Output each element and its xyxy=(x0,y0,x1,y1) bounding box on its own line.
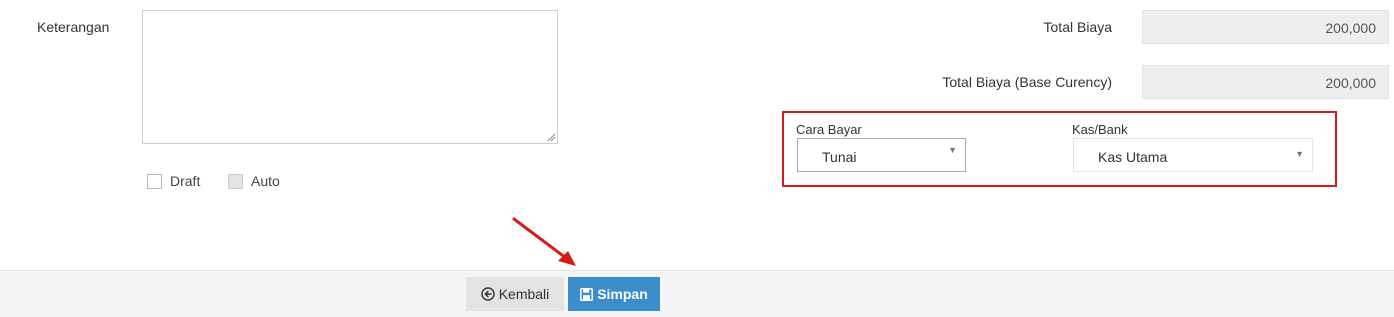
floppy-disk-icon xyxy=(580,287,594,301)
arrow-circle-left-icon xyxy=(481,287,495,301)
total-biaya-field: 200,000 xyxy=(1142,10,1389,44)
total-biaya-base-field: 200,000 xyxy=(1142,65,1389,99)
save-button-label: Simpan xyxy=(597,286,648,302)
form-page: Keterangan Draft Auto Total Biaya 200,00… xyxy=(0,0,1394,317)
auto-checkbox xyxy=(228,173,243,189)
save-button[interactable]: Simpan xyxy=(568,277,660,311)
cara-bayar-select[interactable]: Tunai ▼ xyxy=(797,138,966,172)
caret-down-icon: ▼ xyxy=(948,145,957,155)
kas-bank-select[interactable]: Kas Utama ▼ xyxy=(1073,138,1313,172)
auto-option: Auto xyxy=(228,173,280,189)
form-footer: Kembali Simpan xyxy=(0,270,1394,317)
back-button-label: Kembali xyxy=(498,286,550,302)
auto-label: Auto xyxy=(251,173,280,189)
keterangan-textarea[interactable] xyxy=(142,10,558,144)
kas-bank-value: Kas Utama xyxy=(1098,149,1168,165)
cara-bayar-value: Tunai xyxy=(822,149,857,165)
keterangan-label: Keterangan xyxy=(37,19,110,35)
draft-label: Draft xyxy=(170,173,201,189)
draft-checkbox[interactable] xyxy=(147,173,162,189)
annotation-arrow-icon xyxy=(512,217,576,266)
total-biaya-base-label: Total Biaya (Base Curency) xyxy=(942,74,1112,90)
back-button[interactable]: Kembali xyxy=(466,277,564,311)
caret-down-icon: ▼ xyxy=(1295,149,1304,159)
kas-bank-label: Kas/Bank xyxy=(1072,122,1128,137)
draft-option[interactable]: Draft xyxy=(147,173,200,189)
keterangan-wrapper xyxy=(142,10,558,144)
total-biaya-label: Total Biaya xyxy=(1043,19,1112,35)
resize-grip-icon[interactable] xyxy=(547,133,556,142)
cara-bayar-label: Cara Bayar xyxy=(796,122,862,137)
